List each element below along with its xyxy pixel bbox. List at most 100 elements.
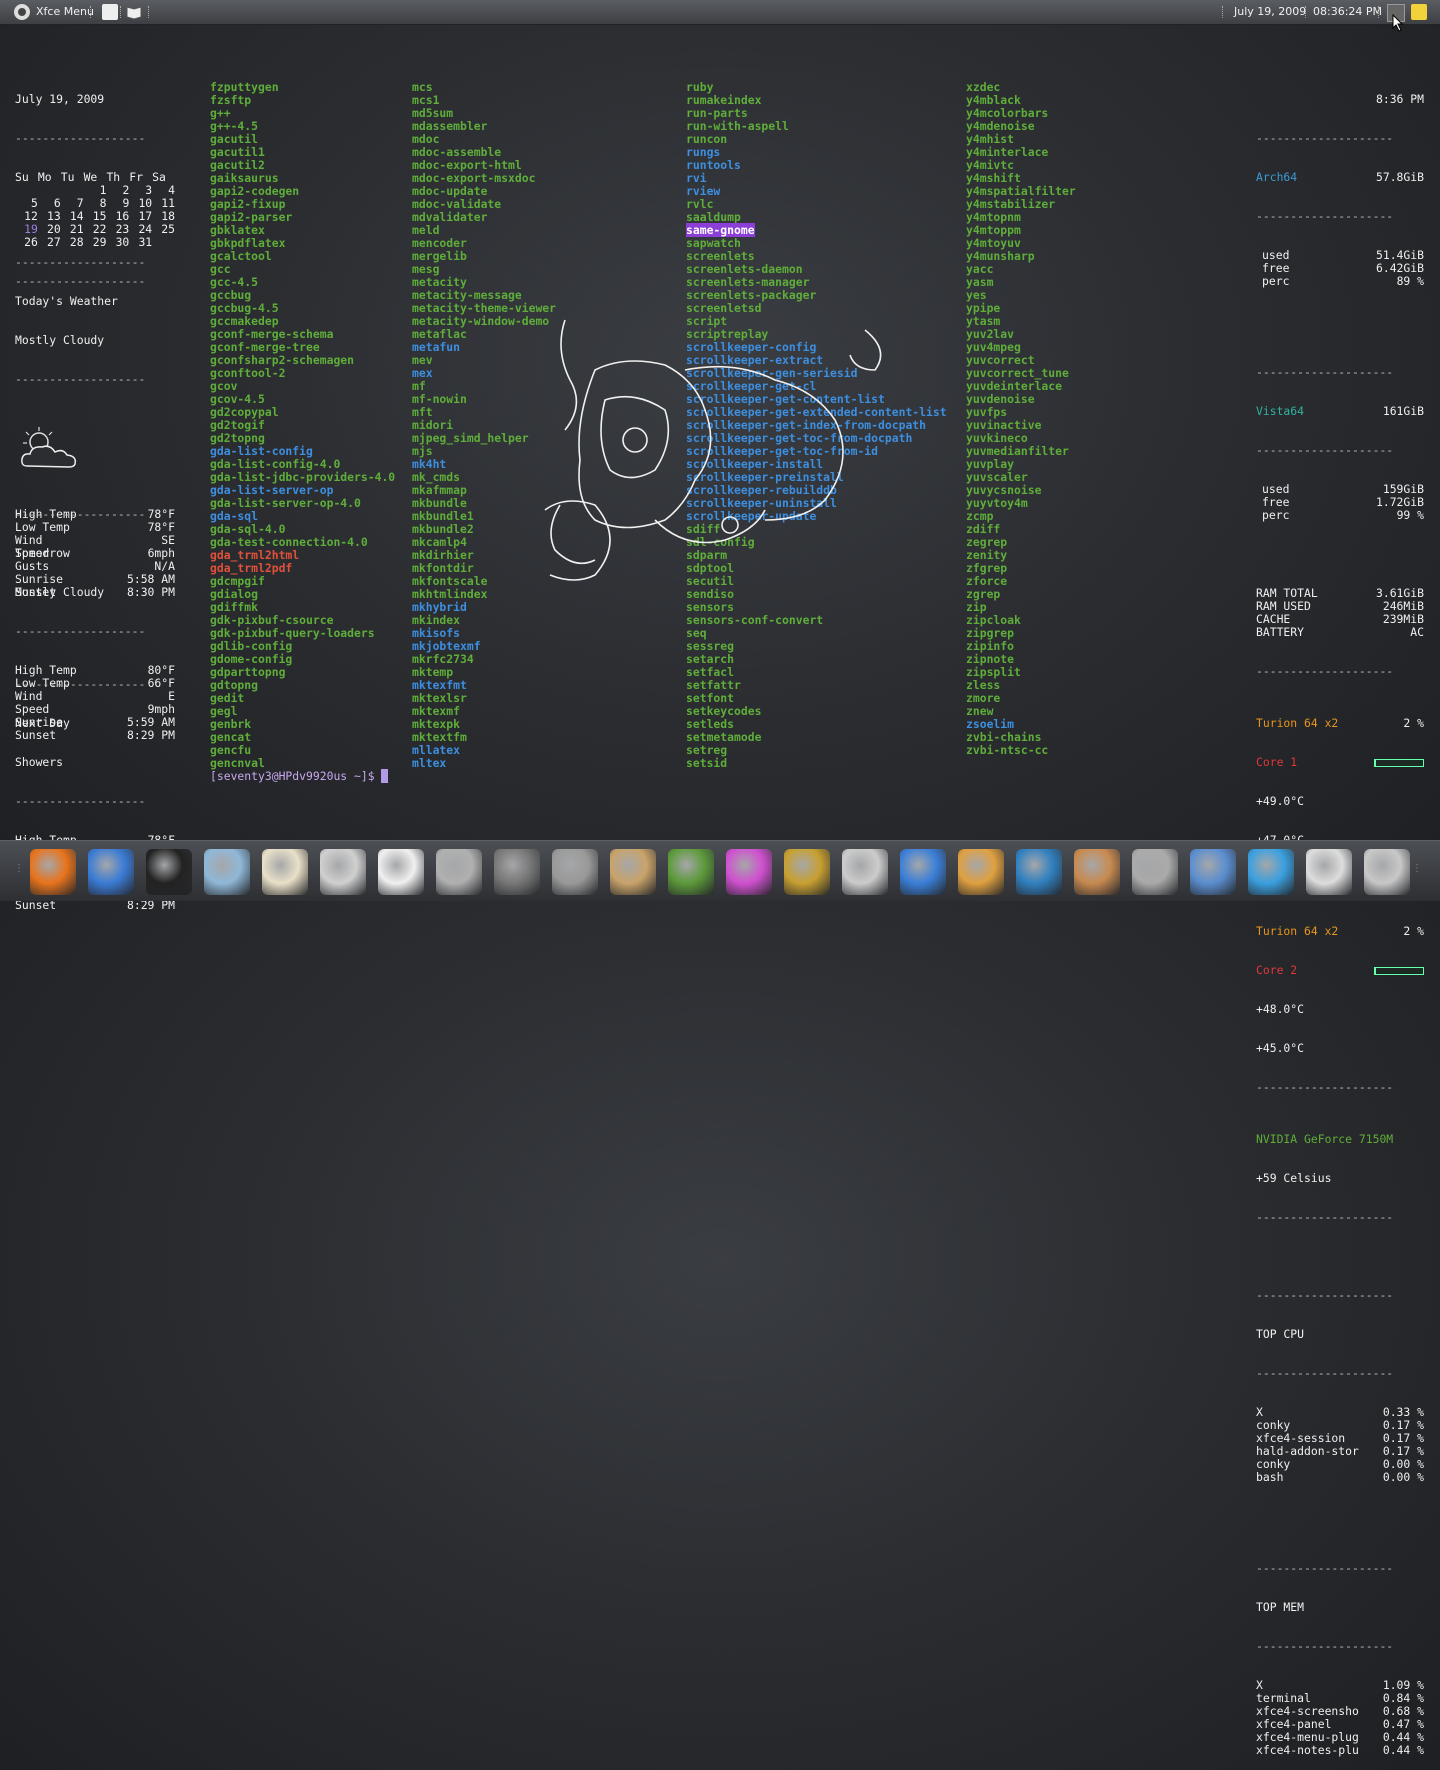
terminal-entry: zvbi-ntsc-cc xyxy=(966,743,1049,757)
panel-separator xyxy=(1222,6,1225,18)
stat-value: 0.47 % xyxy=(1382,1717,1424,1731)
divider: ------------------- xyxy=(15,507,146,521)
stat-label: xfce4-panel xyxy=(1256,1717,1332,1731)
stat-row: xfce4-screensho 0.68 % xyxy=(1256,1705,1424,1718)
stat-label: xfce4-notes-plu xyxy=(1256,1743,1359,1757)
cpu1-usage-bar xyxy=(1374,759,1424,767)
dock-handle[interactable]: ⋮ xyxy=(14,863,24,874)
weather-condition: Mostly Cloudy xyxy=(15,333,105,347)
terminal-entry: gcalctool xyxy=(210,249,272,263)
sticky-notes-icon[interactable] xyxy=(1411,4,1427,20)
telescope-icon[interactable] xyxy=(1132,849,1178,895)
package-icon[interactable] xyxy=(610,849,656,895)
terminal-icon[interactable] xyxy=(146,849,192,895)
stat-value: 0.84 % xyxy=(1382,1691,1424,1705)
video-clapper-icon[interactable] xyxy=(726,849,772,895)
stat-value: 0.00 % xyxy=(1382,1470,1424,1484)
cpu2-core-row: Core 2 xyxy=(1256,964,1424,977)
home-folder-icon[interactable] xyxy=(262,849,308,895)
drive-icon[interactable] xyxy=(320,849,366,895)
conky-time: 8:36 PM xyxy=(1375,92,1424,106)
terminal-entry: fzsftp xyxy=(210,93,252,107)
tomorrow-title: Tomorrow xyxy=(15,546,70,560)
tomorrow-condition: Mostly Cloudy xyxy=(15,585,105,599)
planet-icon[interactable] xyxy=(1074,849,1120,895)
gimp-wilber-icon[interactable] xyxy=(494,849,540,895)
podcast-icon[interactable] xyxy=(1306,849,1352,895)
divider: -------------------- xyxy=(1256,365,1394,379)
media-clapper-icon[interactable] xyxy=(784,849,830,895)
divider: -------------------- xyxy=(1256,1210,1394,1224)
wallpaper-lineart xyxy=(544,319,882,581)
prompt-text: [seventy3@HPdv9920us ~]$ xyxy=(210,769,375,783)
divider: ------------------- xyxy=(15,255,146,269)
stat-row: X 1.09 % xyxy=(1256,1679,1424,1692)
memory-rows: RAM TOTAL 3.61GiB RAM USED 246MiB CACHE 239Mi… xyxy=(1256,587,1424,639)
panel-separator xyxy=(90,6,93,18)
stat-value: 99 % xyxy=(1396,508,1424,522)
stat-row: X 0.33 % xyxy=(1256,1406,1424,1419)
terminal-prompt[interactable]: [seventy3@HPdv9920us ~]$ _ xyxy=(210,769,389,783)
terminal-entry: rvi xyxy=(686,171,707,185)
conky-date: July 19, 2009 xyxy=(15,92,105,106)
image-viewer-icon[interactable] xyxy=(668,849,714,895)
stat-row: xfce4-session 0.17 % xyxy=(1256,1432,1424,1445)
trash-icon[interactable] xyxy=(1364,849,1410,895)
divider: ------------------- xyxy=(15,372,146,386)
linux-icon[interactable] xyxy=(378,849,424,895)
cpu2-row: Turion 64 x2 2 % xyxy=(1256,925,1424,938)
stat-label: BATTERY xyxy=(1256,625,1305,639)
inkscape-icon[interactable] xyxy=(1016,849,1062,895)
bluetooth-b-icon[interactable] xyxy=(900,849,946,895)
panel-date[interactable]: July 19, 2009 xyxy=(1234,0,1306,24)
divider: ------------------- xyxy=(15,624,146,638)
panel-separator xyxy=(1378,6,1381,18)
calendar-weekday: Tu xyxy=(60,170,75,184)
stat-row: perc 89 % xyxy=(1256,275,1424,288)
music-cd-icon[interactable] xyxy=(842,849,888,895)
arch-label: Arch64 xyxy=(1256,170,1298,184)
cpu2-usage-bar xyxy=(1374,967,1424,975)
window-app-icon[interactable] xyxy=(1190,849,1236,895)
stat-row: perc 99 % xyxy=(1256,509,1424,522)
gimp-icon[interactable] xyxy=(958,849,1004,895)
cpu2-perc: 2 % xyxy=(1403,924,1424,938)
terminal-entry: runtools xyxy=(686,158,741,172)
stat-label: terminal xyxy=(1256,1691,1311,1705)
stat-value: 0.17 % xyxy=(1382,1431,1424,1445)
stat-row: xfce4-notes-plu 0.44 % xyxy=(1256,1744,1424,1757)
divider: -------------------- xyxy=(1256,209,1394,223)
top-panel: Xfce Menu July 19, 2009 08:36:24 PM xyxy=(0,0,1440,32)
notes-icon[interactable] xyxy=(102,4,118,20)
stat-label: hald-addon-stor xyxy=(1256,1444,1359,1458)
stat-value: 0.33 % xyxy=(1382,1405,1424,1419)
stat-value: 1.09 % xyxy=(1382,1678,1424,1692)
stat-value: 0.17 % xyxy=(1382,1418,1424,1432)
book-icon[interactable] xyxy=(126,4,142,20)
nextday-title: Next Day xyxy=(15,716,70,730)
stat-label: perc xyxy=(1262,274,1290,288)
thunderbird-icon[interactable] xyxy=(88,849,134,895)
system-tools-icon[interactable] xyxy=(436,849,482,895)
vista-label: Vista64 xyxy=(1256,404,1305,418)
vista-partition: Vista64 161GiB xyxy=(1256,405,1424,418)
vista-size: 161GiB xyxy=(1382,404,1424,418)
panel-clock[interactable]: 08:36:24 PM xyxy=(1313,0,1382,24)
arch-size: 57.8GiB xyxy=(1375,170,1424,184)
divider: -------------------- xyxy=(1256,1366,1394,1380)
stat-label: bash xyxy=(1256,1470,1284,1484)
terminal-entry: gedit xyxy=(210,691,245,705)
cpu1-perc: 2 % xyxy=(1403,716,1424,730)
water-drop-icon[interactable] xyxy=(1248,849,1294,895)
xfce-menu-label: Xfce Menu xyxy=(36,5,94,18)
top-cpu-rows: X 0.33 % conky 0.17 % xfce4-session 0.17 % hal… xyxy=(1256,1406,1424,1484)
dock-handle[interactable]: ⋮ xyxy=(1412,863,1422,874)
top-mem-rows: X 1.09 % terminal 0.84 % xfce4-screensho 0.68… xyxy=(1256,1679,1424,1757)
terminal-entry: setsid xyxy=(686,756,728,770)
stat-value: 0.44 % xyxy=(1382,1730,1424,1744)
stat-label: xfce4-menu-plug xyxy=(1256,1730,1359,1744)
stat-row: conky 0.17 % xyxy=(1256,1419,1424,1432)
firefox-icon[interactable] xyxy=(30,849,76,895)
text-editor-icon[interactable] xyxy=(204,849,250,895)
font-app-icon[interactable] xyxy=(552,849,598,895)
